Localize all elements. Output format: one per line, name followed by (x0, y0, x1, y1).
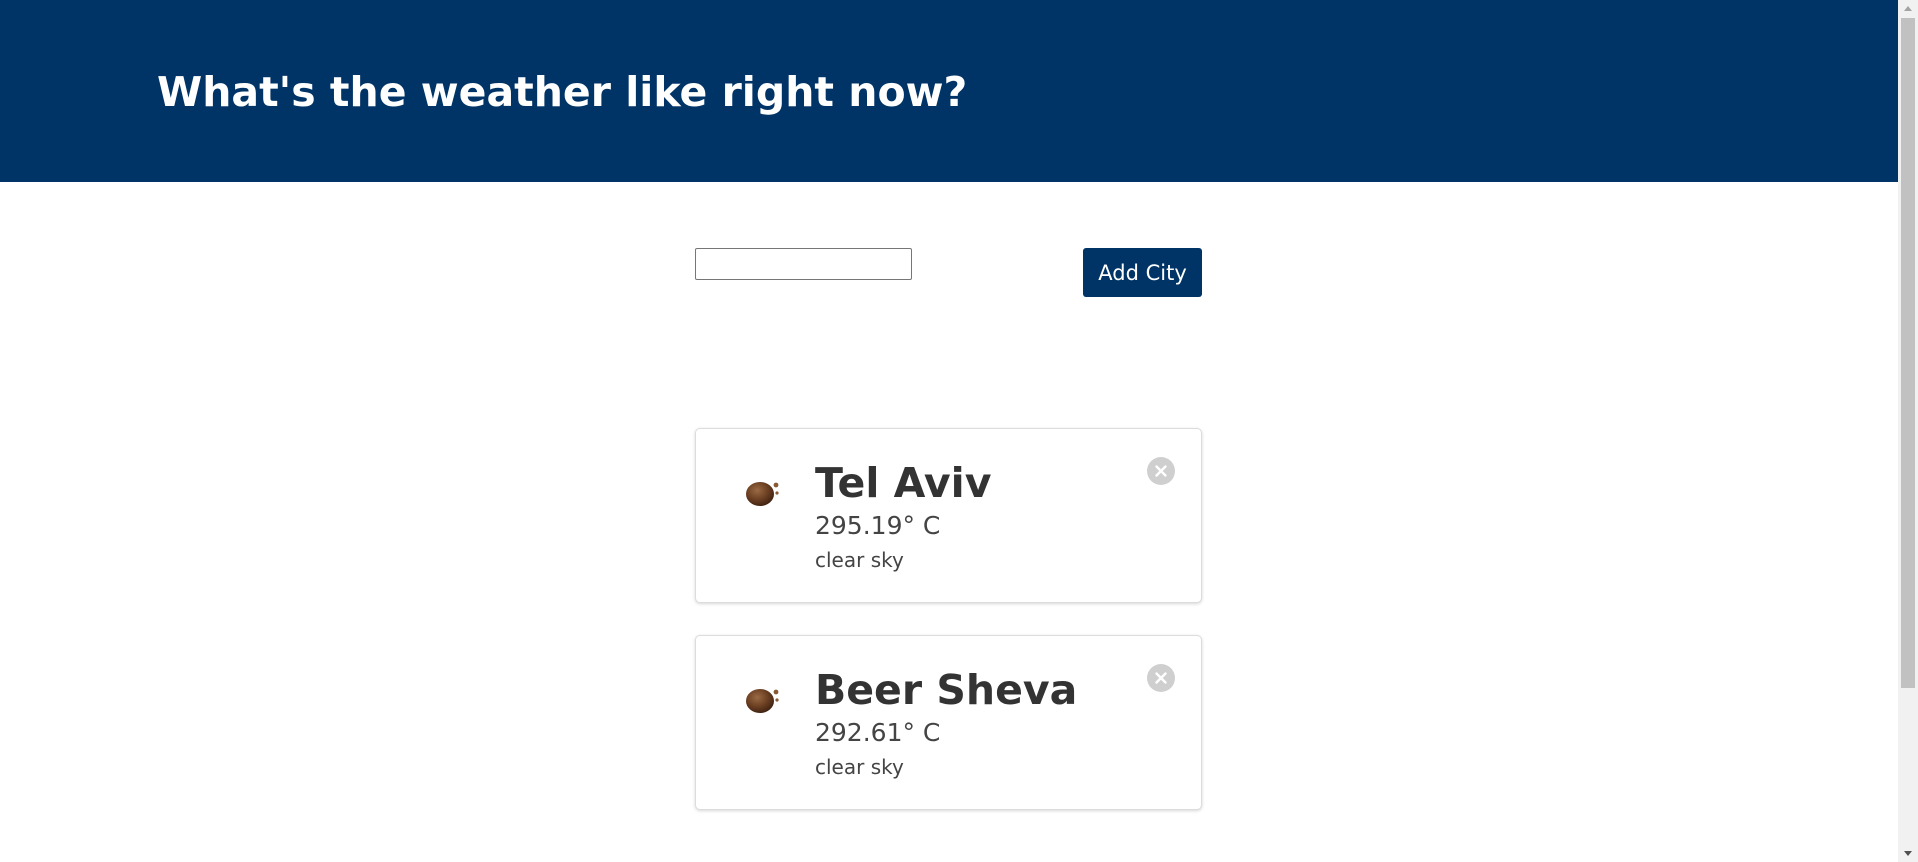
scroll-up-arrow-icon[interactable] (1898, 0, 1918, 17)
city-description: clear sky (815, 548, 904, 572)
weather-page: What's the weather like right now? Add C… (0, 0, 1918, 862)
page-header: What's the weather like right now? (0, 0, 1898, 182)
close-icon (1155, 465, 1167, 477)
scroll-down-arrow-icon[interactable] (1898, 845, 1918, 862)
weather-icon (743, 680, 783, 714)
close-icon (1155, 672, 1167, 684)
city-temperature: 295.19° C (815, 511, 941, 540)
city-description: clear sky (815, 755, 904, 779)
vertical-scrollbar[interactable] (1898, 0, 1918, 862)
city-card: Beer Sheva 292.61° C clear sky (695, 635, 1202, 810)
scrollbar-thumb[interactable] (1901, 18, 1915, 688)
city-card: Tel Aviv 295.19° C clear sky (695, 428, 1202, 603)
remove-city-button[interactable] (1147, 457, 1175, 485)
add-city-button[interactable]: Add City (1083, 248, 1202, 297)
weather-icon (743, 473, 783, 507)
remove-city-button[interactable] (1147, 664, 1175, 692)
city-temperature: 292.61° C (815, 718, 941, 747)
city-input[interactable] (695, 248, 912, 280)
page-title: What's the weather like right now? (157, 68, 968, 116)
city-name: Tel Aviv (815, 459, 992, 507)
city-name: Beer Sheva (815, 666, 1078, 714)
